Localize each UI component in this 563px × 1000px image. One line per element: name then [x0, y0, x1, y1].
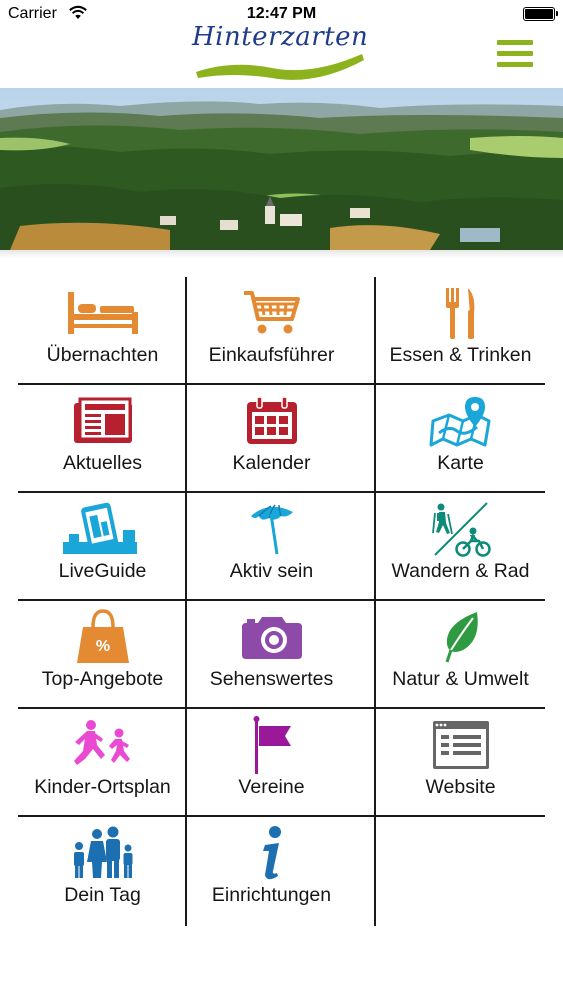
- menu-item-label: Sehenswertes: [209, 668, 334, 690]
- menu-item-kalender[interactable]: Kalender: [187, 385, 356, 493]
- app-header: Hinterzarten: [0, 0, 563, 88]
- menu-item-label: Natur & Umwelt: [392, 668, 529, 690]
- menu-item-label: Dein Tag: [64, 884, 141, 906]
- menu-item-wandern-rad[interactable]: Wandern & Rad: [376, 493, 545, 601]
- svg-text:%: %: [95, 638, 109, 655]
- menu-item-label: Kinder-Ortsplan: [34, 776, 171, 798]
- shopping-bag-percent-icon: %: [76, 609, 129, 663]
- newspaper-icon: [73, 397, 132, 443]
- menu-bar-icon: [497, 62, 533, 67]
- menu-item-uebernachten[interactable]: Übernachten: [18, 277, 187, 385]
- menu-item-label: Vereine: [238, 776, 305, 798]
- hero-shadow: [0, 250, 563, 258]
- menu-item-dein-tag[interactable]: Dein Tag: [18, 817, 187, 925]
- menu-item-liveguide[interactable]: LiveGuide: [18, 493, 187, 601]
- family-icon: [73, 826, 132, 878]
- bed-icon: [67, 292, 138, 334]
- parasol-icon: [250, 504, 293, 555]
- menu-item-einkaufsfuehrer[interactable]: Einkaufsführer: [187, 277, 356, 385]
- menu-item-label: Einrichtungen: [211, 884, 332, 906]
- menu-item-label: Aktuelles: [62, 452, 143, 474]
- logo-swoosh-icon: [196, 54, 364, 80]
- info-icon: [262, 826, 281, 880]
- menu-item-vereine[interactable]: Vereine: [187, 709, 356, 817]
- flag-icon: [253, 716, 291, 774]
- menu-bar-icon: [497, 40, 533, 45]
- menu-item-label: Wandern & Rad: [391, 560, 530, 582]
- menu-item-kinder-ortsplan[interactable]: Kinder-Ortsplan: [18, 709, 187, 817]
- menu-item-label: Kalender: [232, 452, 311, 474]
- shopping-cart-icon: [243, 291, 300, 334]
- fork-knife-icon: [445, 288, 474, 339]
- menu-item-label: Aktiv sein: [229, 560, 314, 582]
- menu-item-einrichtungen[interactable]: Einrichtungen: [187, 817, 356, 925]
- menu-item-aktuelles[interactable]: Aktuelles: [18, 385, 187, 493]
- logo[interactable]: Hinterzarten: [192, 18, 368, 84]
- menu-item-label: Karte: [437, 452, 484, 474]
- map-pin-icon: [429, 397, 490, 447]
- navigation-grid: Übernachten Einkaufsführer Essen & Trink…: [18, 277, 545, 926]
- menu-item-label: LiveGuide: [58, 560, 147, 582]
- menu-item-website[interactable]: Website: [376, 709, 545, 817]
- menu-item-label: Website: [425, 776, 496, 798]
- leaf-icon: [445, 612, 478, 663]
- menu-item-natur-umwelt[interactable]: Natur & Umwelt: [376, 601, 545, 709]
- camera-icon: [241, 617, 302, 659]
- hamburger-menu-button[interactable]: [497, 40, 535, 70]
- menu-item-sehenswertes[interactable]: Sehenswertes: [187, 601, 356, 709]
- hiker-cyclist-icon: [431, 502, 491, 557]
- menu-item-label: Top-Angebote: [41, 668, 164, 690]
- menu-item-label: Übernachten: [46, 344, 159, 366]
- phone-city-icon: [62, 502, 137, 554]
- browser-window-icon: [432, 721, 489, 769]
- running-kids-icon: [73, 720, 130, 765]
- menu-bar-icon: [497, 51, 533, 56]
- calendar-icon: [246, 396, 297, 444]
- menu-item-karte[interactable]: Karte: [376, 385, 545, 493]
- menu-item-label: Einkaufsführer: [208, 344, 335, 366]
- menu-item-top-angebote[interactable]: % Top-Angebote: [18, 601, 187, 709]
- menu-item-label: Essen & Trinken: [389, 344, 532, 366]
- hero-landscape-image: [0, 88, 563, 250]
- menu-item-essen-trinken[interactable]: Essen & Trinken: [376, 277, 545, 385]
- menu-item-aktiv-sein[interactable]: Aktiv sein: [187, 493, 356, 601]
